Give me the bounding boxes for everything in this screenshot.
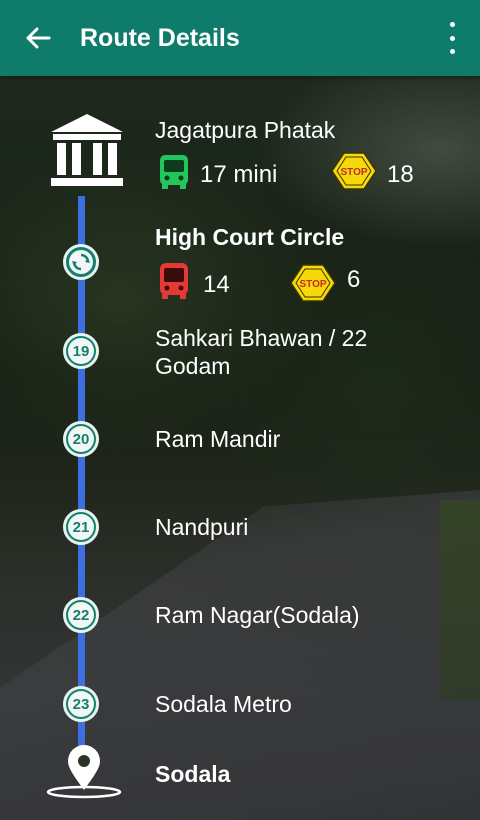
page-title: Route Details xyxy=(80,23,240,52)
menu-dot-icon xyxy=(449,35,455,41)
destination-stop-name[interactable]: Sodala xyxy=(155,760,230,788)
destination-pin-icon xyxy=(46,745,122,799)
menu-dot-icon xyxy=(449,49,455,54)
stop-number: 21 xyxy=(68,514,94,540)
back-arrow-icon xyxy=(26,27,51,49)
app-bar: Route Details xyxy=(0,0,480,76)
origin-stop-name[interactable]: Jagatpura Phatak xyxy=(155,116,335,144)
stop-name[interactable]: Ram Mandir xyxy=(155,425,280,453)
stop-name[interactable]: Sahkari Bhawan / 22 Godam xyxy=(155,324,415,380)
stop-name[interactable]: Ram Nagar(Sodala) xyxy=(155,601,360,629)
interchange-stop-count: 6 xyxy=(347,266,361,293)
menu-dot-icon xyxy=(449,22,455,27)
origin-building-icon xyxy=(51,114,123,186)
interchange-bus-number: 14 xyxy=(203,271,230,298)
stop-sign-icon: STOP xyxy=(290,264,336,302)
stop-node: 19 xyxy=(63,333,99,369)
interchange-icon xyxy=(69,250,93,274)
route-line xyxy=(78,196,85,756)
stop-number: 23 xyxy=(68,691,94,717)
interchange-stop-name[interactable]: High Court Circle xyxy=(155,223,344,251)
stop-sign-icon: STOP xyxy=(331,152,377,190)
interchange-node xyxy=(63,244,99,280)
back-button[interactable] xyxy=(0,0,76,76)
stop-number: 20 xyxy=(68,426,94,452)
stop-sign-label: STOP xyxy=(340,167,367,178)
stop-node: 21 xyxy=(63,509,99,545)
overflow-menu-button[interactable] xyxy=(442,22,462,54)
stop-node: 20 xyxy=(63,421,99,457)
bus-icon xyxy=(160,263,188,299)
stop-number: 19 xyxy=(68,338,94,364)
stop-sign-label: STOP xyxy=(299,279,326,290)
stop-node: 23 xyxy=(63,686,99,722)
stop-number: 22 xyxy=(68,602,94,628)
stop-name[interactable]: Nandpuri xyxy=(155,513,248,541)
origin-bus-type: 17 mini xyxy=(200,161,278,188)
stop-node: 22 xyxy=(63,597,99,633)
stop-name[interactable]: Sodala Metro xyxy=(155,690,292,718)
origin-stop-count: 18 xyxy=(387,161,414,188)
mini-bus-icon xyxy=(160,155,188,189)
